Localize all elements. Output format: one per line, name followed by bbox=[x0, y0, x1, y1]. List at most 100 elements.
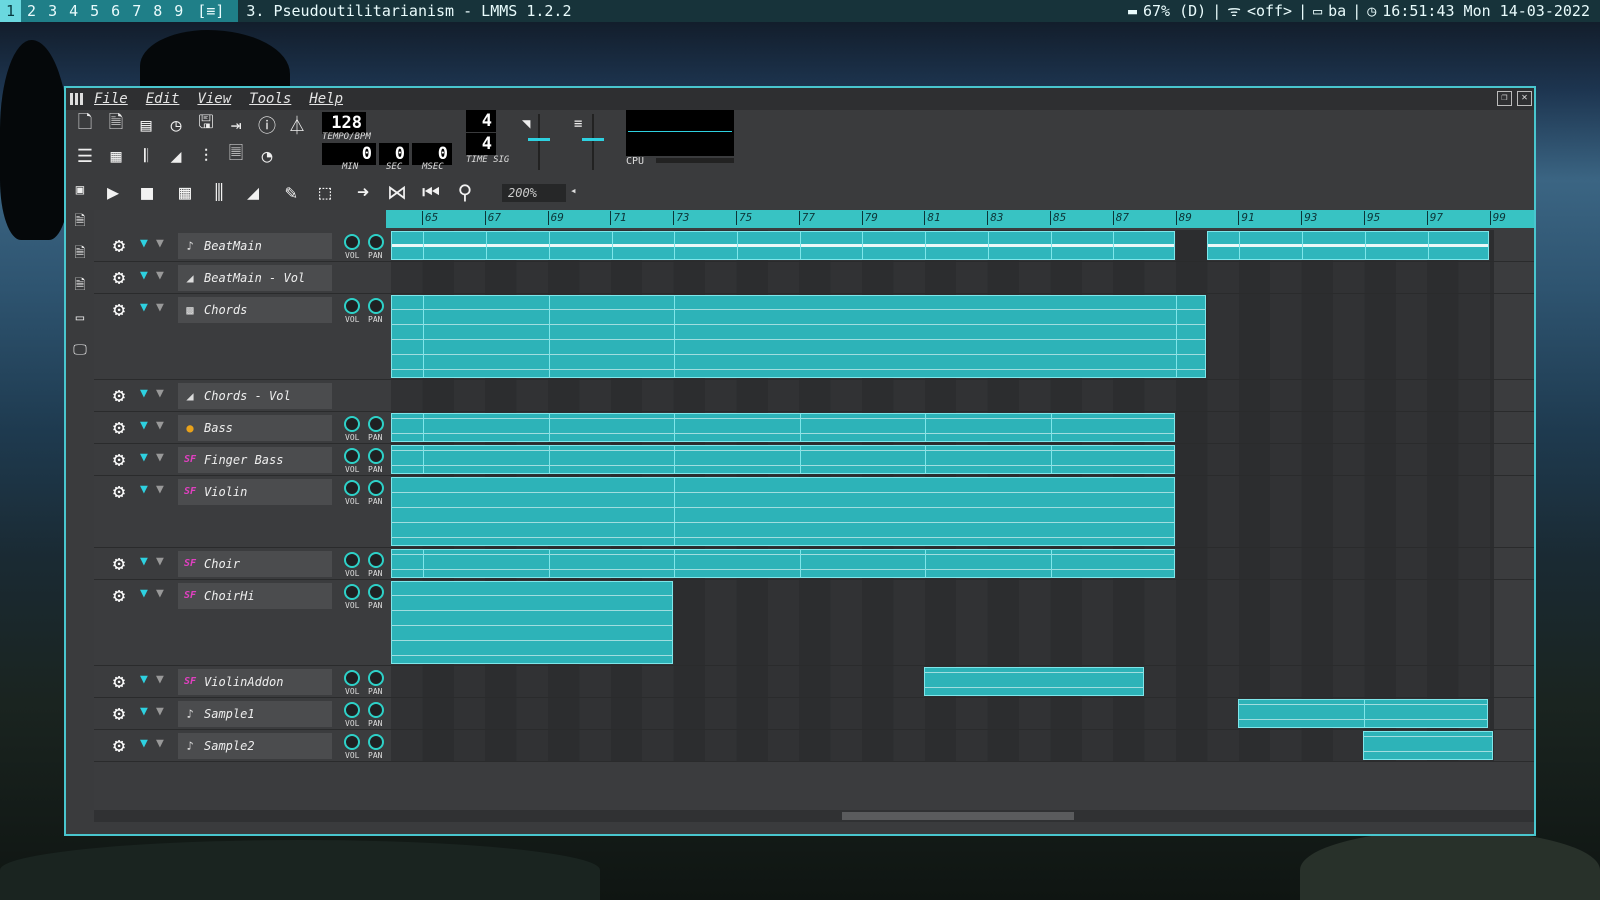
my-computer-icon[interactable]: 🖵 bbox=[66, 334, 94, 366]
volume-knob[interactable] bbox=[344, 234, 360, 250]
pattern-clip[interactable] bbox=[1363, 731, 1493, 760]
workspace-1[interactable]: 1 bbox=[0, 0, 22, 22]
track-name-button[interactable]: ▩ Chords bbox=[178, 297, 332, 323]
pan-knob[interactable] bbox=[368, 448, 384, 464]
solo-icon[interactable]: ▼ bbox=[156, 236, 164, 251]
project-notes-icon[interactable]: 🗏 bbox=[223, 143, 249, 169]
solo-icon[interactable]: ▼ bbox=[156, 268, 164, 283]
gear-icon[interactable]: ⚙ bbox=[108, 384, 130, 406]
track-grid[interactable] bbox=[391, 412, 1494, 443]
track-grid[interactable] bbox=[391, 294, 1494, 379]
track-grid[interactable] bbox=[391, 230, 1494, 261]
track-grid[interactable] bbox=[391, 444, 1494, 475]
my-projects-icon[interactable]: ▣ bbox=[66, 174, 94, 206]
add-automation-track-icon[interactable]: ◢ bbox=[238, 178, 268, 206]
open-project-icon[interactable]: ▤ bbox=[133, 112, 159, 138]
pattern-clip[interactable] bbox=[391, 231, 1175, 260]
track-name-button[interactable]: SF Violin bbox=[178, 479, 332, 505]
my-presets-icon[interactable]: 🗎 bbox=[66, 238, 94, 270]
volume-knob[interactable] bbox=[344, 480, 360, 496]
pan-knob[interactable] bbox=[368, 584, 384, 600]
pattern-clip[interactable] bbox=[924, 667, 1144, 696]
menu-tools[interactable]: Tools bbox=[249, 91, 291, 107]
export-project-icon[interactable]: ⇥ bbox=[223, 112, 249, 138]
recent-projects-icon[interactable]: ◷ bbox=[163, 112, 189, 138]
track-grid[interactable] bbox=[391, 580, 1494, 665]
track-name-button[interactable]: ◢ BeatMain - Vol bbox=[178, 265, 332, 291]
mute-icon[interactable]: ▼ bbox=[140, 554, 148, 569]
mute-icon[interactable]: ▼ bbox=[140, 736, 148, 751]
mute-icon[interactable]: ▼ bbox=[140, 300, 148, 315]
workspace-4[interactable]: 4 bbox=[63, 0, 84, 22]
workspace-5[interactable]: 5 bbox=[84, 0, 105, 22]
zoom-select[interactable]: 200% bbox=[502, 184, 566, 202]
mute-icon[interactable]: ▼ bbox=[140, 236, 148, 251]
gear-icon[interactable]: ⚙ bbox=[108, 298, 130, 320]
track-grid[interactable] bbox=[391, 476, 1494, 547]
track-grid[interactable] bbox=[391, 730, 1494, 761]
workspace-3[interactable]: 3 bbox=[42, 0, 63, 22]
gear-icon[interactable]: ⚙ bbox=[108, 552, 130, 574]
master-pitch-handle[interactable] bbox=[582, 138, 604, 141]
mute-icon[interactable]: ▼ bbox=[140, 586, 148, 601]
gear-icon[interactable]: ⚙ bbox=[108, 234, 130, 256]
stop-icon[interactable]: ■ bbox=[132, 178, 162, 206]
menu-help[interactable]: Help bbox=[309, 91, 343, 107]
pan-knob[interactable] bbox=[368, 734, 384, 750]
mute-icon[interactable]: ▼ bbox=[140, 482, 148, 497]
pan-knob[interactable] bbox=[368, 234, 384, 250]
track-grid[interactable] bbox=[391, 666, 1494, 697]
pattern-clip[interactable] bbox=[1207, 231, 1489, 260]
pattern-clip[interactable] bbox=[391, 477, 1175, 546]
pattern-clip[interactable] bbox=[1238, 699, 1488, 728]
loop-points-icon[interactable]: ⋈ bbox=[382, 178, 412, 206]
track-grid[interactable] bbox=[391, 698, 1494, 729]
workspace-6[interactable]: 6 bbox=[105, 0, 126, 22]
info-icon[interactable]: ⓘ bbox=[254, 112, 280, 138]
solo-icon[interactable]: ▼ bbox=[156, 672, 164, 687]
track-name-button[interactable]: SF Finger Bass bbox=[178, 447, 332, 473]
oscilloscope[interactable] bbox=[626, 110, 734, 156]
solo-icon[interactable]: ▼ bbox=[156, 450, 164, 465]
track-grid[interactable] bbox=[391, 380, 1494, 411]
gear-icon[interactable]: ⚙ bbox=[108, 670, 130, 692]
automation-editor-icon[interactable]: ◢ bbox=[163, 143, 189, 169]
pattern-clip[interactable] bbox=[391, 549, 1175, 578]
mute-icon[interactable]: ▼ bbox=[140, 268, 148, 283]
gear-icon[interactable]: ⚙ bbox=[108, 702, 130, 724]
save-project-icon[interactable]: 🖫 bbox=[193, 112, 219, 138]
zoom-dropdown-icon[interactable]: ◂ bbox=[570, 184, 577, 197]
volume-knob[interactable] bbox=[344, 670, 360, 686]
pan-knob[interactable] bbox=[368, 552, 384, 568]
gear-icon[interactable]: ⚙ bbox=[108, 480, 130, 502]
play-icon[interactable]: ▶ bbox=[98, 178, 128, 206]
solo-icon[interactable]: ▼ bbox=[156, 386, 164, 401]
solo-icon[interactable]: ▼ bbox=[156, 736, 164, 751]
solo-icon[interactable]: ▼ bbox=[156, 300, 164, 315]
my-home-icon[interactable]: 🗎 bbox=[66, 270, 94, 302]
metronome-icon[interactable]: ⏃ bbox=[284, 112, 310, 138]
pattern-clip[interactable] bbox=[391, 295, 1206, 378]
solo-icon[interactable]: ▼ bbox=[156, 704, 164, 719]
mute-icon[interactable]: ▼ bbox=[140, 704, 148, 719]
pan-knob[interactable] bbox=[368, 702, 384, 718]
track-grid[interactable] bbox=[391, 262, 1494, 293]
mixer-icon[interactable]: ⫶ bbox=[193, 143, 219, 169]
menu-edit[interactable]: Edit bbox=[146, 91, 180, 107]
gear-icon[interactable]: ⚙ bbox=[108, 448, 130, 470]
gear-icon[interactable]: ⚙ bbox=[108, 734, 130, 756]
add-beat-track-icon[interactable]: ▦ bbox=[170, 178, 200, 206]
track-name-button[interactable]: SF Choir bbox=[178, 551, 332, 577]
pattern-clip[interactable] bbox=[391, 445, 1175, 474]
gear-icon[interactable]: ⚙ bbox=[108, 266, 130, 288]
new-project-icon[interactable]: 🗋 bbox=[72, 112, 98, 138]
volume-knob[interactable] bbox=[344, 734, 360, 750]
timesig-numerator[interactable]: 4 bbox=[466, 110, 496, 132]
mute-icon[interactable]: ▼ bbox=[140, 672, 148, 687]
close-window-icon[interactable]: ✕ bbox=[1517, 91, 1532, 106]
solo-icon[interactable]: ▼ bbox=[156, 482, 164, 497]
pan-knob[interactable] bbox=[368, 298, 384, 314]
track-grid[interactable] bbox=[391, 548, 1494, 579]
track-name-button[interactable]: ♪ Sample1 bbox=[178, 701, 332, 727]
mute-icon[interactable]: ▼ bbox=[140, 418, 148, 433]
